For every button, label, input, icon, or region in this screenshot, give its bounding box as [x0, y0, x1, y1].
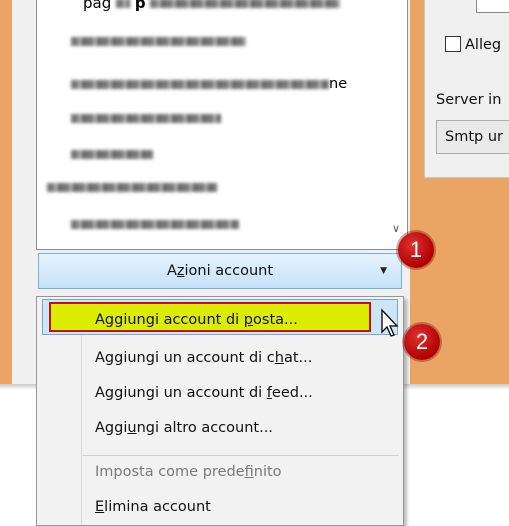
- menu-item-add-chat-account[interactable]: Aggiungi un account di chat...: [95, 344, 312, 372]
- menu-item-accelerator: p: [243, 312, 254, 328]
- list-item[interactable]: [71, 30, 246, 52]
- menu-item-text: limina account: [104, 499, 211, 515]
- menu-item-add-mail-account[interactable]: Aggiungi account di posta...: [95, 305, 298, 333]
- smtp-select[interactable]: Smtp ur: [436, 120, 509, 154]
- checkbox[interactable]: [445, 36, 461, 52]
- menu-item-text: Imposta come prede: [95, 464, 245, 480]
- menu-item-text: at...: [283, 350, 313, 366]
- menu-separator: [83, 455, 399, 456]
- menu-item-delete-account[interactable]: Elimina account: [95, 493, 211, 521]
- right-pane: Alleg Server in Smtp ur: [424, 0, 509, 178]
- page-title-bold: p: [134, 0, 146, 12]
- list-item[interactable]: [71, 107, 221, 129]
- account-list[interactable]: pag p ne ∨: [36, 0, 408, 250]
- list-item[interactable]: ne: [71, 73, 347, 95]
- redacted-text: [150, 0, 341, 8]
- account-actions-button[interactable]: Azioni account ▼: [38, 253, 402, 289]
- redacted-text: [71, 149, 153, 159]
- menu-item-add-feed-account[interactable]: Aggiungi un account di feed...: [95, 379, 313, 407]
- redacted-text: [71, 219, 239, 229]
- list-item-text: ne: [329, 76, 348, 92]
- page-title: pag p: [83, 0, 341, 12]
- input-box[interactable]: [476, 0, 509, 13]
- server-label: Server in: [436, 92, 502, 108]
- page-title-text: pag: [83, 0, 112, 12]
- menu-item-text: ngi altro account...: [136, 420, 273, 436]
- menu-item-text: Aggiungi account di: [95, 312, 244, 328]
- button-label: ioni account: [184, 263, 274, 279]
- list-item[interactable]: [71, 143, 153, 165]
- redacted-text: [71, 36, 246, 46]
- button-label: A: [166, 263, 177, 279]
- menu-item-accelerator: u: [127, 420, 137, 436]
- redacted-text: [47, 182, 217, 192]
- menu-item-text: eed...: [271, 385, 313, 401]
- menu-item-accelerator: h: [274, 350, 284, 366]
- step-badge-1: 1: [398, 232, 434, 268]
- menu-item-accelerator: f: [244, 464, 254, 480]
- button-label-accelerator: z: [176, 263, 185, 279]
- menu-item-add-other-account[interactable]: Aggiungi altro account...: [95, 414, 273, 442]
- attachment-checkbox-row[interactable]: Alleg: [445, 36, 501, 53]
- caret-down-icon: ▼: [380, 266, 387, 276]
- redacted-text: [71, 79, 329, 89]
- account-actions-menu: Aggiungi account di posta... Aggiungi un…: [36, 296, 404, 526]
- menu-item-text: inito: [253, 464, 282, 480]
- menu-item-text: Aggiungi un account di: [95, 385, 267, 401]
- menu-item-text: Aggiungi un account di c: [95, 350, 275, 366]
- step-badge-2: 2: [404, 324, 440, 360]
- checkbox-label: Alleg: [465, 37, 502, 53]
- list-item[interactable]: [47, 176, 217, 198]
- redacted-text: [116, 0, 131, 8]
- menu-item-text: osta...: [253, 312, 298, 328]
- list-item[interactable]: [71, 213, 239, 235]
- redacted-text: [71, 113, 221, 123]
- scroll-down-arrow-icon[interactable]: ∨: [390, 222, 402, 236]
- menu-item-set-default[interactable]: Imposta come predefinito: [95, 458, 282, 486]
- menu-item-text: Aggi: [95, 420, 128, 436]
- mouse-pointer-icon: [381, 308, 399, 337]
- menu-item-accelerator: E: [95, 499, 105, 515]
